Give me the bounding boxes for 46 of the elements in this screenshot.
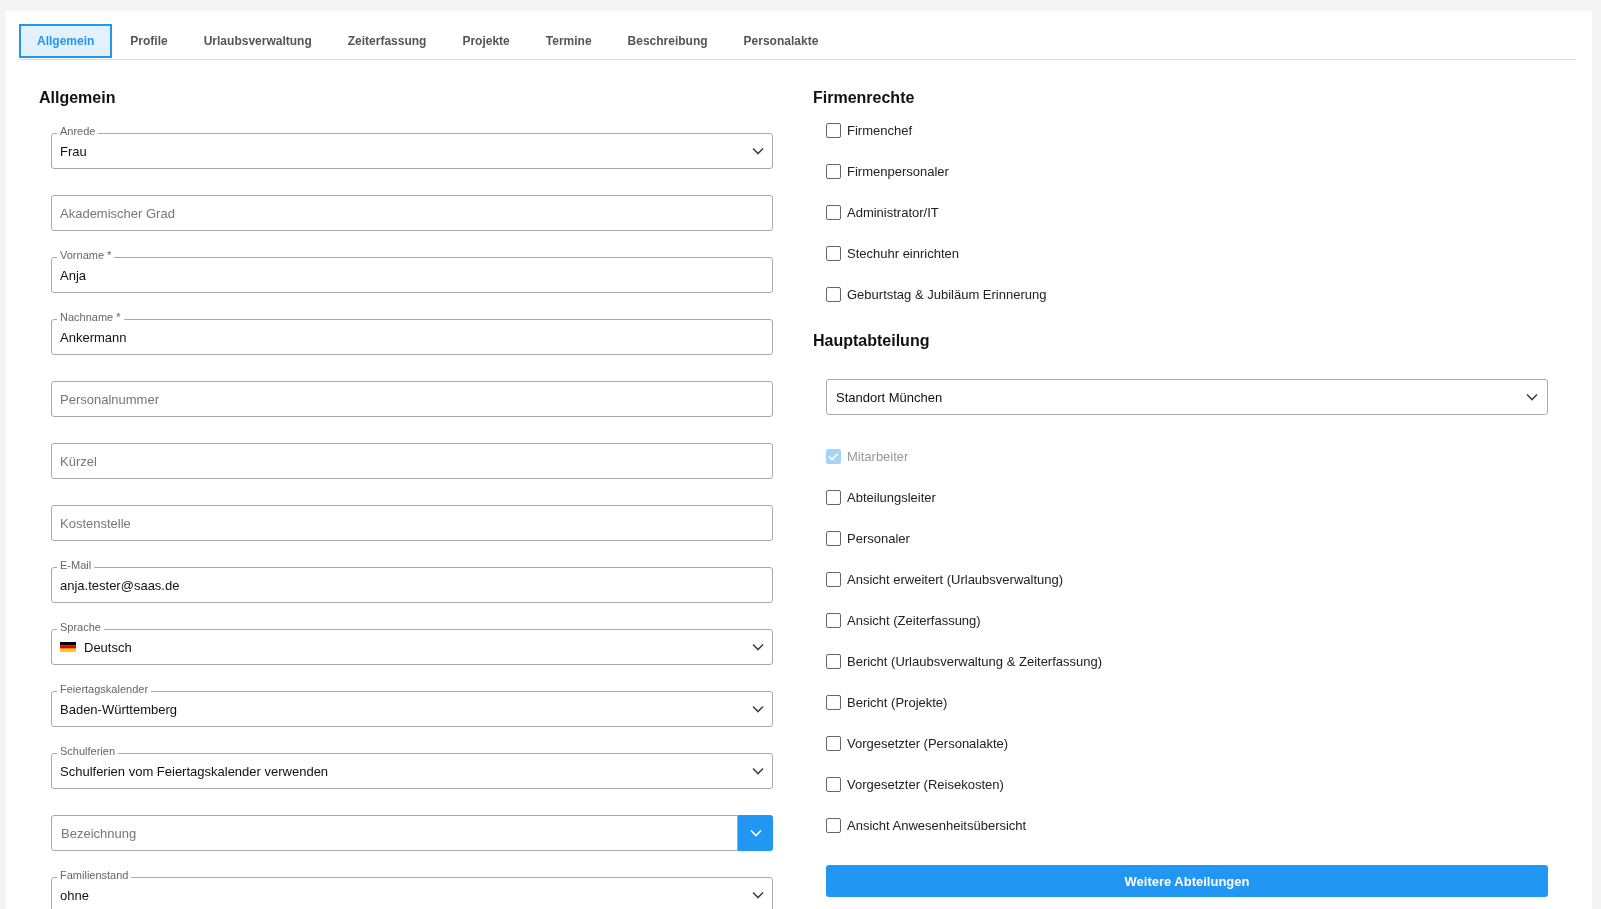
checkbox-label[interactable]: Vorgesetzter (Personalakte) <box>847 736 1009 751</box>
input-field[interactable]: Vorname * Anja <box>51 249 773 293</box>
select-field[interactable]: Schulferien Schulferien vom Feiertagskalender verwenden <box>51 745 773 789</box>
section-heading: Hauptabteilung <box>813 331 931 350</box>
select-field[interactable]: Standort München <box>826 379 1548 415</box>
field-label: Vorname * <box>57 249 115 262</box>
checkbox-label[interactable]: Ansicht erweitert (Urlaubsverwaltung) <box>847 572 1064 587</box>
checkbox-label[interactable]: Abteilungsleiter <box>847 490 936 505</box>
select-field[interactable]: Anrede Frau <box>51 125 773 169</box>
section-heading: Allgemein <box>39 88 117 107</box>
tab[interactable]: Zeiterfassung <box>329 24 445 58</box>
input-field[interactable]: Akademischer Grad <box>51 187 773 231</box>
select-field[interactable]: Feiertagskalender Baden-Württemberg <box>51 683 773 727</box>
checkbox-label[interactable]: Personaler <box>847 531 910 546</box>
checkbox-label[interactable]: Bericht (Urlaubsverwaltung & Zeiterfassung) <box>847 654 1103 669</box>
select-field[interactable]: Familienstand ohne <box>51 869 773 909</box>
tab[interactable]: Projekte <box>444 24 528 58</box>
tab[interactable]: Urlaubsverwaltung <box>185 24 330 58</box>
field-label: Feiertagskalender <box>57 683 152 696</box>
input-field[interactable]: Nachname * Ankermann <box>51 311 773 355</box>
field-label: E-Mail <box>57 559 95 572</box>
tab[interactable]: Beschreibung <box>609 24 726 58</box>
field-label: Anrede <box>57 125 99 138</box>
tab[interactable]: Profile <box>112 24 186 58</box>
tab[interactable]: Personalakte <box>725 24 837 58</box>
input-field[interactable]: Personalnummer <box>51 373 773 417</box>
checkbox-label[interactable]: Administrator/IT <box>847 205 939 220</box>
field-label: Familienstand <box>57 869 132 882</box>
input-field[interactable]: Kostenstelle <box>51 497 773 541</box>
field-label: Sprache <box>57 621 104 634</box>
input-field[interactable]: Kürzel <box>51 435 773 479</box>
checkbox-label[interactable]: Ansicht (Zeiterfassung) <box>847 613 981 628</box>
field-label: Schulferien <box>57 745 119 758</box>
checkbox-label[interactable]: Firmenpersonaler <box>847 164 949 179</box>
input-field[interactable]: E-Mail anja.tester@saas.de <box>51 559 773 603</box>
checkbox-label[interactable]: Vorgesetzter (Reisekosten) <box>847 777 1004 792</box>
section-heading: Firmenrechte <box>813 88 916 107</box>
checkbox-label[interactable]: Geburtstag & Jubiläum Erinnerung <box>847 287 1047 302</box>
checkbox-label[interactable]: Stechuhr einrichten <box>847 246 959 261</box>
field-label: Nachname * <box>57 311 124 324</box>
tab[interactable]: Termine <box>527 24 610 58</box>
input-field[interactable]: Bezeichnung <box>51 815 738 851</box>
checkbox-label[interactable]: Firmenchef <box>847 123 913 138</box>
checkbox-label[interactable]: Ansicht Anwesenheitsübersicht <box>847 818 1027 833</box>
select-field[interactable]: Sprache Deutsch <box>51 621 773 665</box>
checkbox-label[interactable]: Bericht (Projekte) <box>847 695 948 710</box>
